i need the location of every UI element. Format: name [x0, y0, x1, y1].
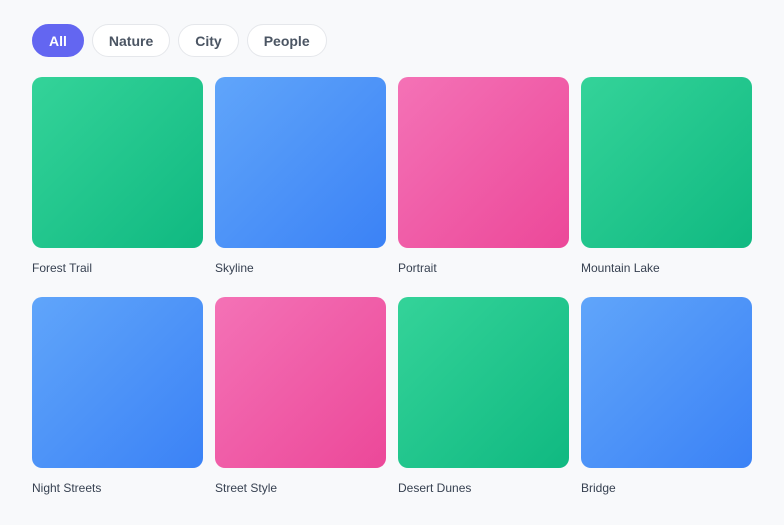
gallery-card[interactable]: Skyline [215, 77, 386, 281]
filter-chip-city[interactable]: City [178, 24, 239, 57]
gallery-card[interactable]: Forest Trail [32, 77, 203, 281]
gallery-thumbnail[interactable] [32, 297, 203, 468]
gallery-thumbnail[interactable] [398, 297, 569, 468]
gallery-caption: Mountain Lake [581, 261, 660, 275]
filter-bar: All Nature City People [32, 24, 327, 57]
gallery-caption: Skyline [215, 261, 254, 275]
gallery-card[interactable]: Portrait [398, 77, 569, 281]
filter-chip-people[interactable]: People [246, 24, 327, 57]
filter-chip-nature[interactable]: Nature [91, 24, 171, 57]
gallery-grid: Forest Trail Skyline Portrait Mountain L… [32, 77, 752, 501]
gallery-card[interactable]: Night Streets [32, 297, 203, 501]
gallery-thumbnail[interactable] [581, 77, 752, 248]
gallery-thumbnail[interactable] [32, 77, 203, 248]
filter-chip-all[interactable]: All [32, 24, 84, 57]
gallery-card[interactable]: Mountain Lake [581, 77, 752, 281]
gallery-card[interactable]: Street Style [215, 297, 386, 501]
gallery-caption: Night Streets [32, 481, 102, 495]
gallery-thumbnail[interactable] [398, 77, 569, 248]
gallery-caption: Street Style [215, 481, 278, 495]
gallery-caption: Bridge [581, 481, 616, 495]
gallery-thumbnail[interactable] [215, 297, 386, 468]
gallery-caption: Forest Trail [32, 261, 93, 275]
gallery-caption: Desert Dunes [398, 481, 472, 495]
gallery-thumbnail[interactable] [581, 297, 752, 468]
gallery-card[interactable]: Desert Dunes [398, 297, 569, 501]
gallery-thumbnail[interactable] [215, 77, 386, 248]
gallery-caption: Portrait [398, 261, 437, 275]
gallery-card[interactable]: Bridge [581, 297, 752, 501]
